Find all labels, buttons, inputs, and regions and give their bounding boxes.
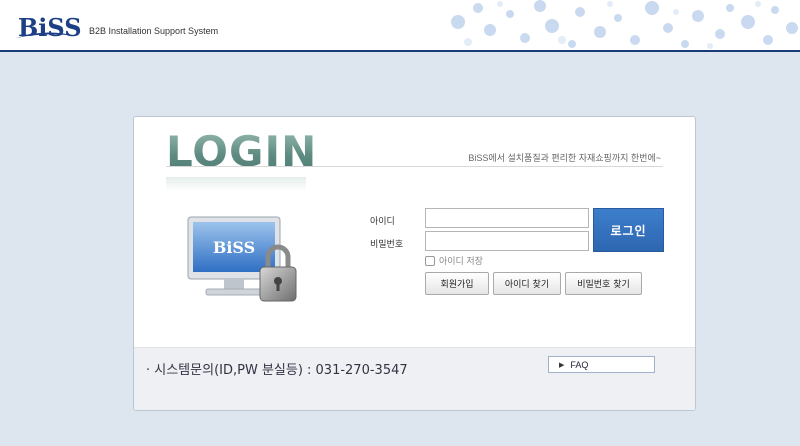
header-tagline: B2B Installation Support System (89, 26, 219, 36)
id-label: 아이디 (370, 216, 395, 226)
faq-button[interactable]: ▶ FAQ (548, 356, 655, 373)
logo-swoosh-icon (16, 32, 76, 38)
header-underline (0, 50, 800, 52)
find-id-button[interactable]: 아이디 찾기 (493, 272, 561, 295)
save-id-label[interactable]: 아이디 저장 (439, 254, 483, 267)
password-input[interactable] (425, 231, 589, 251)
slogan-divider (166, 166, 663, 167)
password-label: 비밀번호 (370, 239, 404, 249)
decorative-dots (451, 0, 798, 49)
save-id-checkbox[interactable] (425, 255, 435, 266)
signup-button[interactable]: 회원가입 (425, 272, 489, 295)
find-password-button[interactable]: 비밀번호 찾기 (565, 272, 642, 295)
login-title-reflection (166, 177, 306, 191)
triangle-right-icon: ▶ (559, 361, 565, 369)
system-contact-info: · 시스템문의(ID,PW 분실등) : 031-270-3547 (146, 363, 408, 378)
login-button[interactable]: 로그인 (593, 208, 664, 252)
id-input[interactable] (425, 208, 589, 228)
monitor-icon: BiSS (187, 216, 297, 302)
card-footer: · 시스템문의(ID,PW 분실등) : 031-270-3547 ▶ FAQ (134, 347, 695, 410)
login-title: LOGIN (166, 127, 318, 176)
header-bar: BiSS B2B Installation Support System (0, 0, 800, 52)
monitor-logo: BiSS (213, 238, 255, 257)
login-slogan: BiSS에서 설치품질과 편리한 자재쇼핑까지 한번에~ (468, 153, 661, 163)
faq-label: FAQ (570, 359, 589, 370)
login-card: LOGIN BiSS에서 설치품질과 편리한 자재쇼핑까지 한번에~ BiSS (133, 116, 696, 411)
save-id-row[interactable]: 아이디 저장 (425, 254, 483, 267)
